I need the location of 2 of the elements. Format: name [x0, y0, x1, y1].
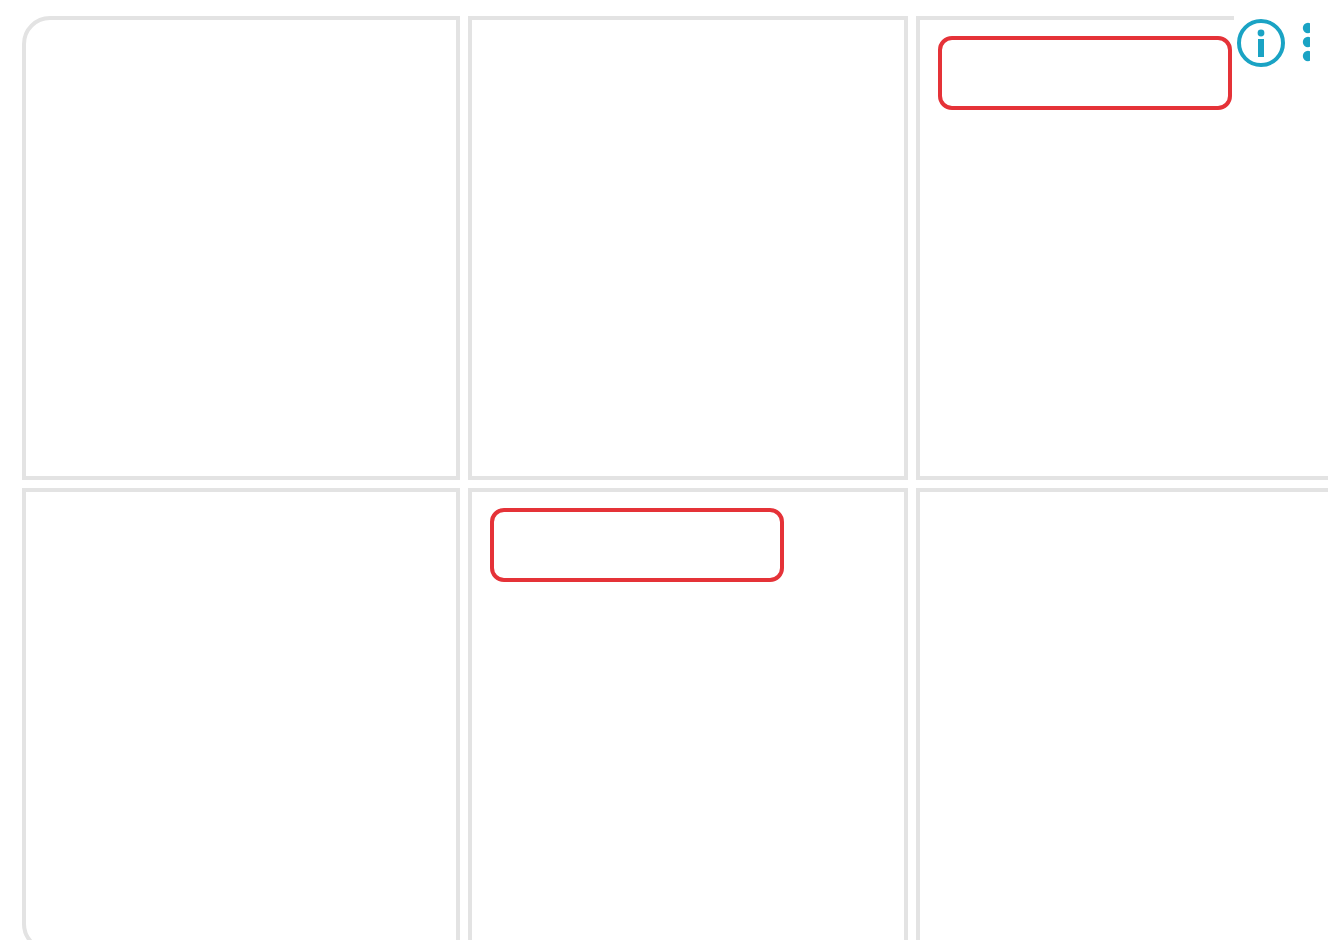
- more-icon[interactable]: [1298, 22, 1310, 62]
- info-icon[interactable]: [1236, 17, 1286, 67]
